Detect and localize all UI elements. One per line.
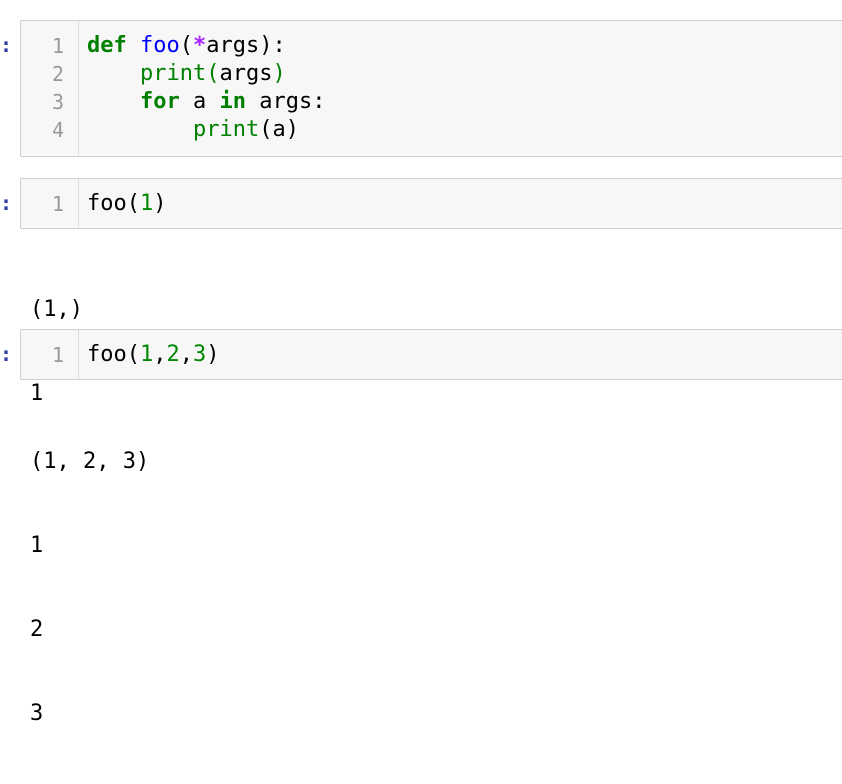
code-line: foo(1,2,3) bbox=[87, 341, 220, 369]
cell-output: (1, 2, 3) 1 2 3 bbox=[30, 392, 149, 784]
line-number: 4 bbox=[51, 118, 64, 142]
params: args): bbox=[206, 33, 286, 58]
code-editor[interactable]: 1 foo(1) bbox=[20, 178, 842, 229]
line-number: 1 bbox=[51, 343, 64, 367]
output-line: (1, 2, 3) bbox=[30, 449, 150, 474]
function-name: foo bbox=[140, 33, 180, 58]
paren: ( bbox=[206, 61, 220, 86]
line-number: 1 bbox=[51, 34, 64, 58]
line-number-gutter: 1 bbox=[21, 179, 79, 228]
paren: ) bbox=[206, 342, 220, 367]
loop-var: a bbox=[179, 89, 220, 114]
star-operator: * bbox=[193, 33, 207, 58]
code-line: def foo(*args): bbox=[87, 32, 286, 60]
keyword-in: in bbox=[219, 89, 246, 114]
number-literal: 1 bbox=[140, 191, 154, 216]
code-line: foo(1) bbox=[87, 190, 167, 218]
paren: ) bbox=[153, 191, 167, 216]
output-line: 3 bbox=[30, 701, 44, 726]
line-number: 1 bbox=[51, 192, 64, 216]
builtin-print: print bbox=[139, 61, 207, 86]
builtin-print: print bbox=[192, 117, 260, 142]
output-line: (1,) bbox=[30, 297, 83, 322]
line-number: 3 bbox=[51, 90, 64, 114]
arg: args bbox=[219, 61, 273, 86]
code-line: for a in args: bbox=[87, 88, 325, 116]
keyword-for: for bbox=[139, 89, 180, 114]
line-number-gutter: 1 bbox=[21, 330, 79, 379]
code-line: print(a) bbox=[87, 116, 299, 144]
paren: ( bbox=[126, 191, 140, 216]
function-call: foo bbox=[87, 191, 127, 216]
comma: , bbox=[179, 342, 193, 367]
number-literal: 2 bbox=[166, 342, 180, 367]
code-editor[interactable]: 1 foo(1,2,3) bbox=[20, 329, 842, 380]
cell-prompt: : bbox=[0, 191, 13, 215]
paren: ) bbox=[272, 61, 286, 86]
paren: ( bbox=[179, 33, 193, 58]
cell-prompt: : bbox=[0, 33, 13, 57]
number-literal: 3 bbox=[193, 342, 207, 367]
output-line: 1 bbox=[30, 533, 44, 558]
iterable: args: bbox=[245, 89, 326, 114]
code-editor[interactable]: 1 2 3 4 def foo(*args): print(args) for … bbox=[20, 20, 842, 157]
output-line: 2 bbox=[30, 617, 44, 642]
paren: ( bbox=[126, 342, 140, 367]
line-number: 2 bbox=[51, 62, 64, 86]
code-line: print(args) bbox=[87, 60, 286, 88]
function-call: foo bbox=[87, 342, 127, 367]
cell-prompt: : bbox=[0, 342, 13, 366]
comma: , bbox=[153, 342, 167, 367]
keyword-def: def bbox=[87, 33, 127, 58]
call-args: (a) bbox=[259, 117, 299, 142]
line-number-gutter: 1 2 3 4 bbox=[21, 21, 79, 156]
number-literal: 1 bbox=[140, 342, 154, 367]
